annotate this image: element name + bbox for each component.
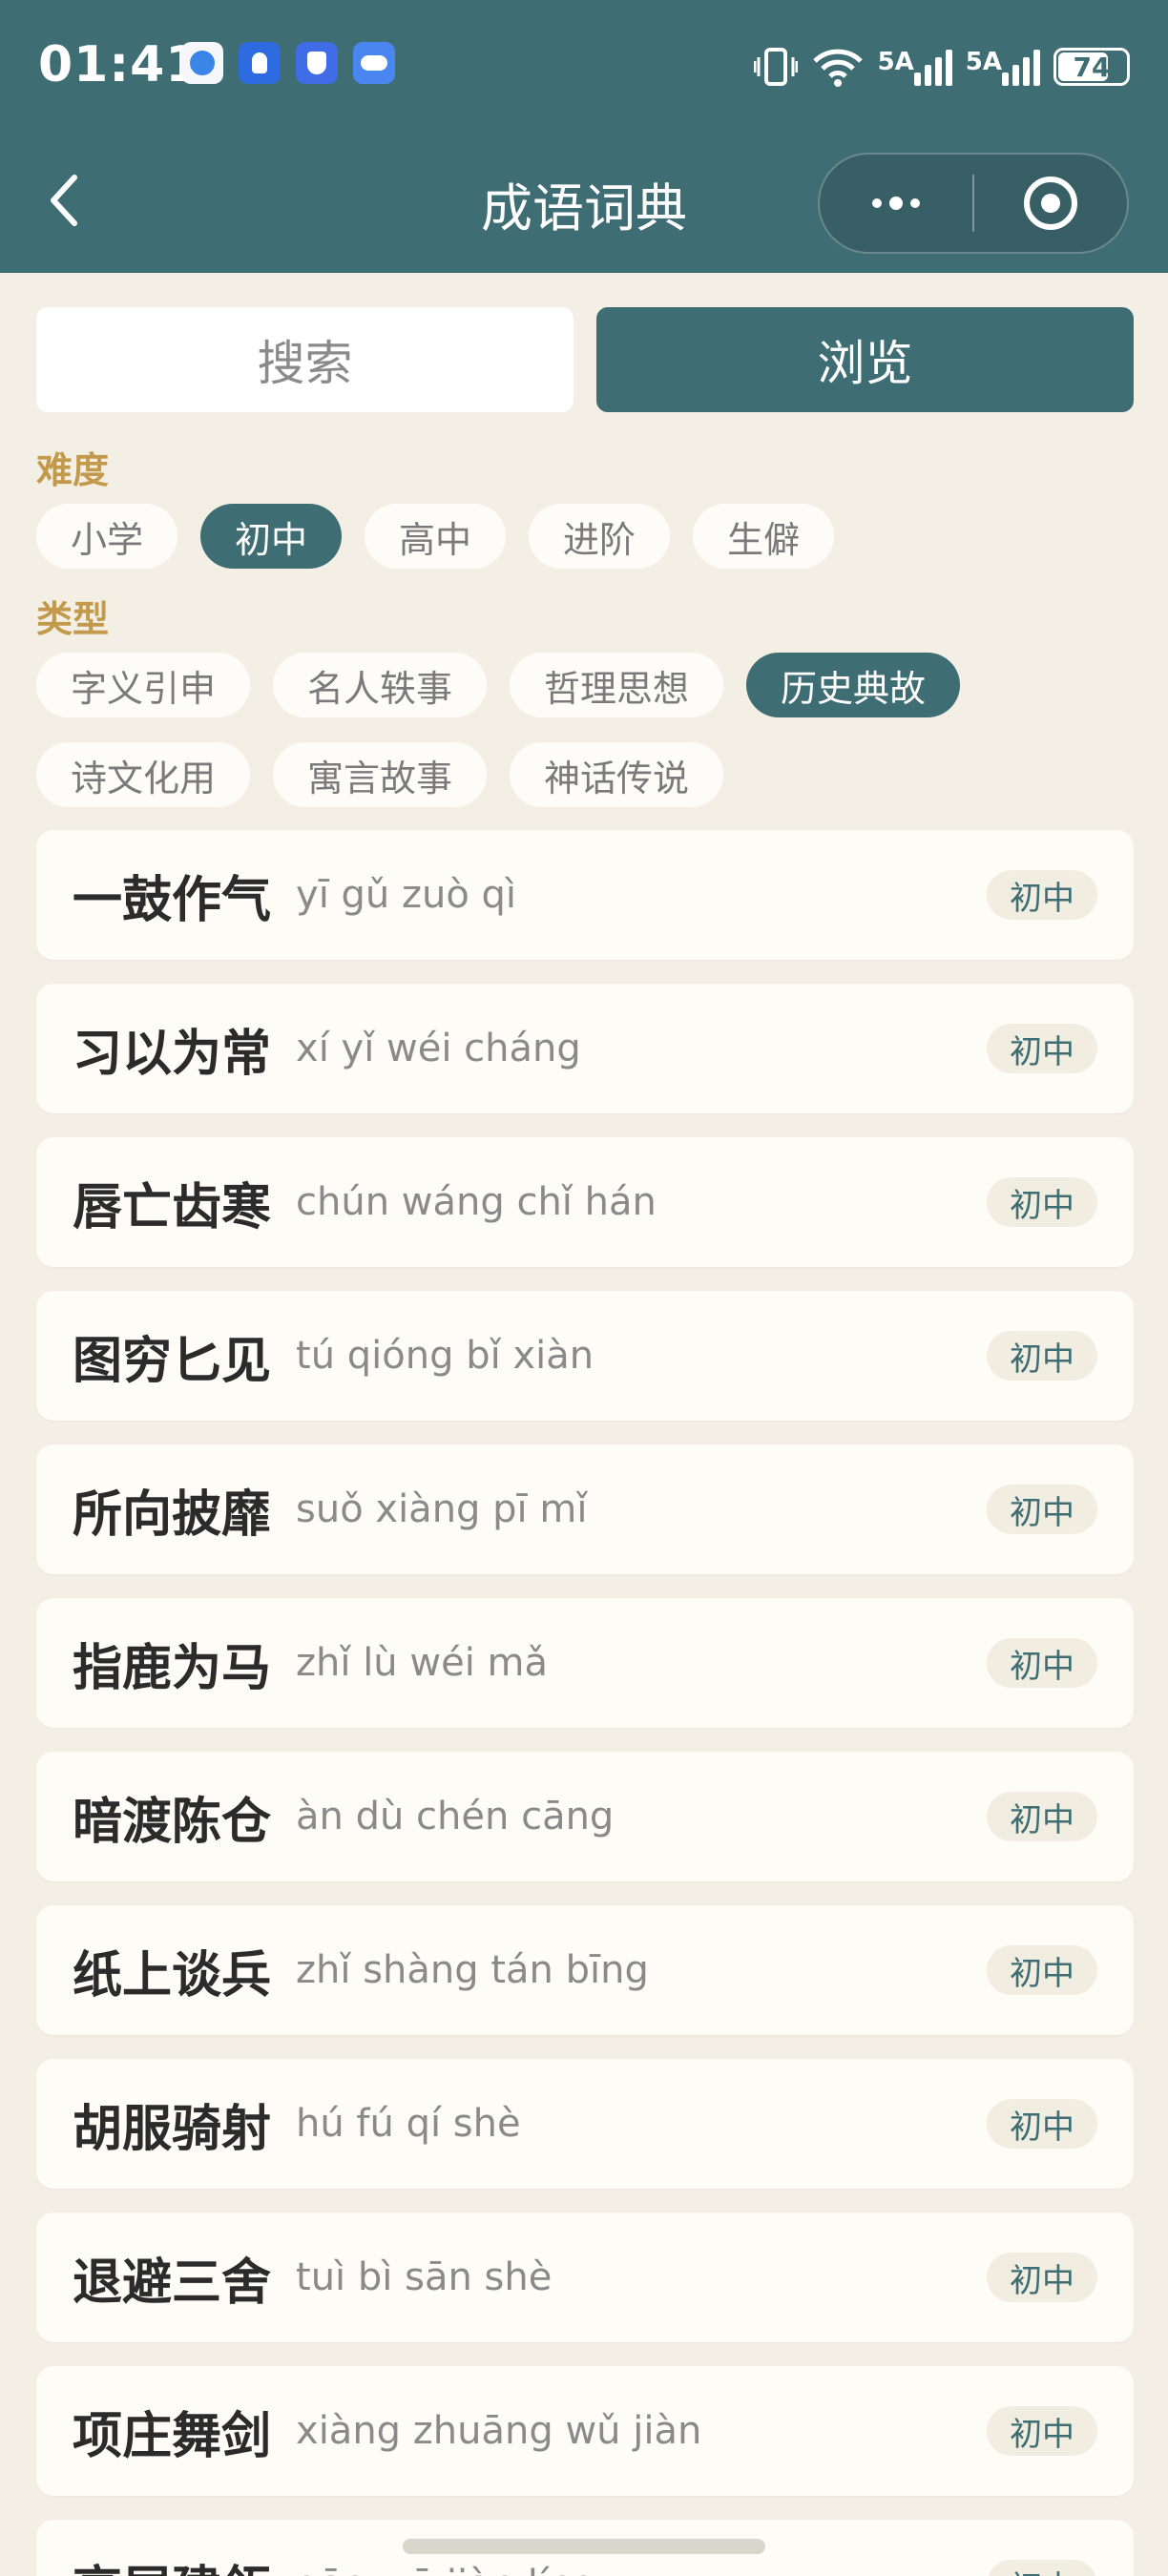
idiom-list-item[interactable]: 所向披靡 suǒ xiàng pī mǐ 初中 (36, 1444, 1134, 1574)
difficulty-label: 难度 (36, 449, 110, 491)
idiom-pinyin: suǒ xiàng pī mǐ (296, 1487, 588, 1531)
idiom-list-item[interactable]: 习以为常 xí yǐ wéi cháng 初中 (36, 984, 1134, 1113)
idiom-word: 习以为常 (73, 1025, 272, 1083)
level-badge: 初中 (987, 2560, 1097, 2576)
idiom-word: 胡服骑射 (73, 2100, 272, 2158)
idiom-list-item[interactable]: 纸上谈兵 zhǐ shàng tán bīng 初中 (36, 1905, 1134, 2035)
level-badge: 初中 (987, 1024, 1097, 1073)
type-chip-poetry[interactable]: 诗文化用 (36, 742, 251, 807)
level-badge: 初中 (987, 2253, 1097, 2302)
type-chips: 字义引申 名人轶事 哲理思想 历史典故 诗文化用 寓言故事 神话传说 (36, 653, 1134, 807)
idiom-pinyin: chún wáng chǐ hán (296, 1180, 657, 1224)
idiom-word: 项庄舞剑 (73, 2407, 272, 2465)
idiom-pinyin: tú qióng bǐ xiàn (296, 1334, 594, 1378)
type-chip-myth[interactable]: 神话传说 (510, 742, 724, 807)
idiom-pinyin: yī gǔ zuò qì (296, 873, 517, 917)
difficulty-chips: 小学 初中 高中 进阶 生僻 (36, 504, 1134, 569)
type-chip-anecdote[interactable]: 名人轶事 (273, 653, 488, 717)
idiom-list-item[interactable]: 暗渡陈仓 àn dù chén cāng 初中 (36, 1752, 1134, 1881)
level-badge: 初中 (987, 2099, 1097, 2149)
idiom-word: 指鹿为马 (73, 1639, 272, 1697)
type-chip-meaning[interactable]: 字义引申 (36, 653, 251, 717)
mini-program-capsule (818, 153, 1129, 254)
status-time: 01:41 (38, 36, 201, 93)
idiom-pinyin: àn dù chén cāng (296, 1795, 615, 1839)
difficulty-chip-junior[interactable]: 初中 (200, 504, 343, 569)
difficulty-chip-senior[interactable]: 高中 (365, 504, 507, 569)
level-badge: 初中 (987, 1331, 1097, 1381)
level-badge: 初中 (987, 1638, 1097, 1688)
idiom-word: 暗渡陈仓 (73, 1793, 272, 1851)
wifi-icon (811, 46, 865, 88)
idiom-list-item[interactable]: 一鼓作气 yī gǔ zuò qì 初中 (36, 830, 1134, 960)
tab-search[interactable]: 搜索 (36, 307, 574, 412)
difficulty-chip-primary[interactable]: 小学 (36, 504, 178, 569)
signal-2-label: 5A (965, 48, 1002, 76)
idiom-list-item[interactable]: 唇亡齿寒 chún wáng chǐ hán 初中 (36, 1137, 1134, 1267)
idiom-pinyin: zhǐ shàng tán bīng (296, 1948, 649, 1992)
idiom-word: 唇亡齿寒 (73, 1178, 272, 1236)
signal-icon: 5A (878, 48, 952, 86)
close-button[interactable] (974, 155, 1127, 252)
idiom-pinyin: zhǐ lù wéi mǎ (296, 1641, 548, 1685)
signal-1-label: 5A (877, 48, 914, 76)
idiom-word: 高屋建瓴 (73, 2549, 271, 2576)
vibrate-icon (753, 48, 798, 86)
idiom-word: 图穷匕见 (73, 1332, 272, 1390)
idiom-pinyin: xiàng zhuāng wǔ jiàn (296, 2409, 702, 2453)
idiom-word: 一鼓作气 (73, 871, 272, 929)
battery-icon: 74 (1053, 48, 1130, 86)
cloud-icon (353, 42, 395, 84)
idiom-pinyin: xí yǐ wéi cháng (296, 1027, 581, 1070)
level-badge: 初中 (987, 1945, 1097, 1995)
app-header: 01:41 5A 5A 74 成语词典 (0, 0, 1168, 273)
difficulty-chip-rare[interactable]: 生僻 (693, 504, 835, 569)
idiom-list-item[interactable]: 退避三舍 tuì bì sān shè 初中 (36, 2212, 1134, 2342)
type-chip-fable[interactable]: 寓言故事 (273, 742, 488, 807)
level-badge: 初中 (987, 1485, 1097, 1534)
level-badge: 初中 (987, 1177, 1097, 1227)
idiom-list-item[interactable]: 项庄舞剑 xiàng zhuāng wǔ jiàn 初中 (36, 2366, 1134, 2496)
more-button[interactable] (820, 155, 972, 252)
signal-icon-2: 5A (966, 48, 1040, 86)
idiom-pinyin: tuì bì sān shè (296, 2255, 553, 2299)
battery-level: 74 (1073, 51, 1111, 83)
difficulty-chip-advanced[interactable]: 进阶 (529, 504, 671, 569)
level-badge: 初中 (987, 870, 1097, 920)
target-icon (1023, 177, 1077, 230)
nav-bar: 成语词典 (0, 143, 1168, 258)
idiom-list-item[interactable]: 胡服骑射 hú fú qí shè 初中 (36, 2059, 1134, 2189)
status-right: 5A 5A 74 (753, 38, 1130, 95)
tab-browse[interactable]: 浏览 (596, 307, 1134, 412)
idiom-word: 所向披靡 (73, 1485, 272, 1544)
idiom-pinyin: gāo wū jiàn líng (296, 2563, 597, 2576)
browser-icon (181, 42, 223, 84)
more-dots-icon (872, 197, 920, 210)
type-chip-history[interactable]: 历史典故 (746, 653, 961, 717)
idiom-word: 退避三舍 (73, 2254, 272, 2312)
idiom-word: 纸上谈兵 (73, 1946, 272, 2005)
status-bar: 01:41 5A 5A 74 (0, 0, 1168, 134)
mode-tabs: 搜索 浏览 (36, 307, 1134, 412)
idiom-list-item[interactable]: 图穷匕见 tú qióng bǐ xiàn 初中 (36, 1291, 1134, 1421)
idiom-pinyin: hú fú qí shè (296, 2102, 521, 2146)
type-label: 类型 (36, 598, 110, 640)
home-indicator[interactable] (403, 2539, 765, 2554)
level-badge: 初中 (987, 1792, 1097, 1841)
idiom-list-item[interactable]: 指鹿为马 zhǐ lù wéi mǎ 初中 (36, 1598, 1134, 1728)
shield-icon (296, 42, 338, 84)
idiom-list: 一鼓作气 yī gǔ zuò qì 初中 习以为常 xí yǐ wéi cháng 初中唇… (36, 830, 1134, 2576)
bulb-icon (239, 42, 281, 84)
level-badge: 初中 (987, 2406, 1097, 2456)
type-chip-philosophy[interactable]: 哲理思想 (510, 653, 724, 717)
